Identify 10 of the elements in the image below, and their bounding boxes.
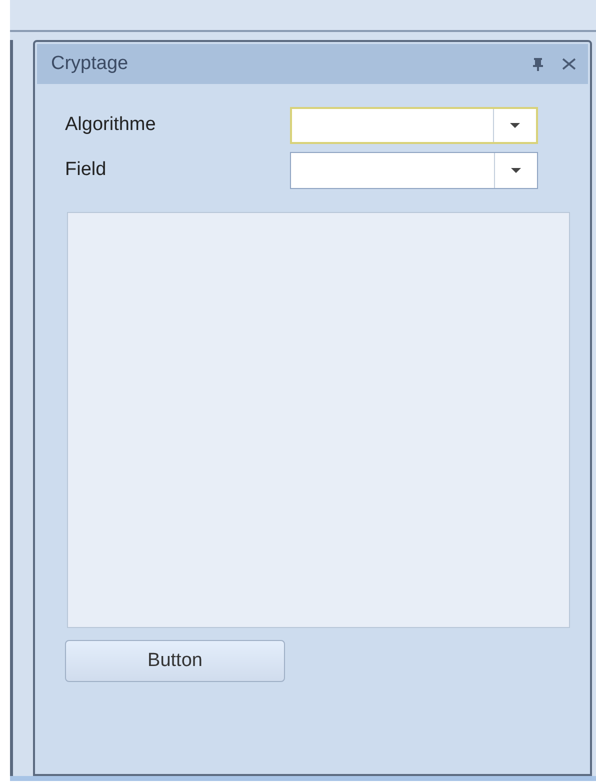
button[interactable]: Button xyxy=(65,640,285,682)
dropdown-arrow-icon xyxy=(511,168,521,172)
close-icon[interactable] xyxy=(562,58,576,70)
combo-box[interactable] xyxy=(290,152,538,188)
field-label: Algorithme xyxy=(65,114,157,136)
panel-title: Cryptage xyxy=(51,53,130,75)
dropdown-arrow-icon xyxy=(510,122,520,128)
combo-box[interactable] xyxy=(290,106,538,144)
pin-icon[interactable] xyxy=(532,57,544,71)
field-label: Field xyxy=(65,159,108,181)
